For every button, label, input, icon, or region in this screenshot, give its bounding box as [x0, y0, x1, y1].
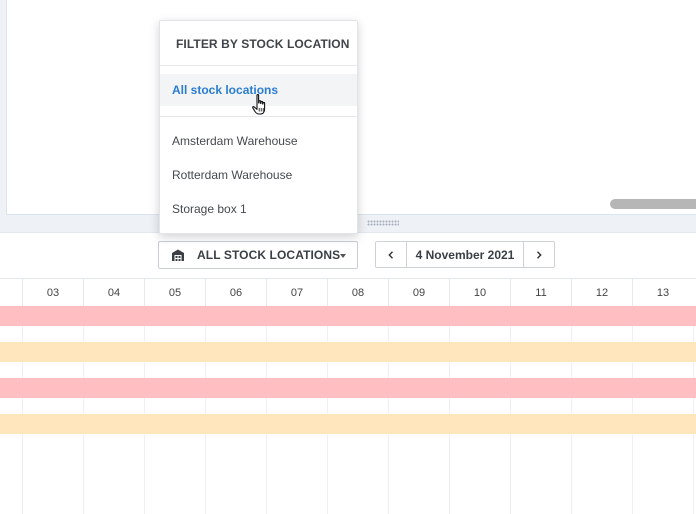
timeline-booking-bar[interactable] [0, 306, 696, 326]
timeline-grid-line [205, 306, 206, 514]
timeline-day-header: 13 [632, 279, 693, 306]
timeline-grid-line [571, 306, 572, 514]
timeline-grid-line [693, 306, 694, 514]
timeline-day-header: 04 [83, 279, 144, 306]
timeline-day-header: 07 [266, 279, 327, 306]
chevron-right-icon [537, 250, 542, 259]
horizontal-scrollbar-thumb[interactable] [610, 199, 696, 209]
timeline-grid-line [327, 306, 328, 514]
timeline-grid-line [22, 306, 23, 514]
dropdown-header: FILTER BY STOCK LOCATION [176, 37, 350, 51]
timeline-grid-line [388, 306, 389, 514]
timeline-grid-line [144, 306, 145, 514]
dropdown-item-storage-box-1[interactable]: Storage box 1 [160, 193, 357, 225]
resize-handle[interactable] [367, 220, 399, 226]
next-date-button[interactable] [524, 242, 554, 267]
date-navigator: 4 November 2021 [375, 241, 555, 268]
timeline-day-header: 12 [571, 279, 632, 306]
timeline-booking-bar[interactable] [0, 414, 696, 434]
timeline-day-header: 06 [205, 279, 266, 306]
timeline-day-header: 09 [388, 279, 449, 306]
timeline-day-header: 05 [144, 279, 205, 306]
chevron-left-icon [388, 250, 393, 259]
timeline-grid: 03 04 05 06 07 08 09 10 11 12 13 [0, 278, 696, 514]
dropdown-item-all-stock-locations[interactable]: All stock locations [160, 74, 357, 106]
current-date-label: 4 November 2021 [406, 242, 524, 267]
timeline-day-header: 10 [449, 279, 510, 306]
timeline-grid-line [83, 306, 84, 514]
timeline-booking-bar[interactable] [0, 342, 696, 362]
stock-location-select[interactable]: ALL STOCK LOCATIONS [158, 241, 358, 269]
chevron-down-icon [340, 254, 346, 258]
previous-date-button[interactable] [376, 242, 406, 267]
timeline-grid-line [510, 306, 511, 514]
stock-location-filter-dropdown: FILTER BY STOCK LOCATION All stock locat… [159, 20, 358, 234]
timeline-grid-line [266, 306, 267, 514]
timeline-day-header: 11 [510, 279, 571, 306]
timeline-day-header: 08 [327, 279, 388, 306]
timeline-grid-line [632, 306, 633, 514]
dropdown-divider [160, 116, 357, 117]
dropdown-item-amsterdam-warehouse[interactable]: Amsterdam Warehouse [160, 125, 357, 157]
dropdown-item-rotterdam-warehouse[interactable]: Rotterdam Warehouse [160, 159, 357, 191]
stock-location-select-label: ALL STOCK LOCATIONS [197, 248, 341, 262]
timeline-grid-line [449, 306, 450, 514]
timeline-day-header: 03 [22, 279, 83, 306]
timeline-booking-bar[interactable] [0, 378, 696, 398]
dropdown-divider [160, 65, 357, 66]
warehouse-icon [171, 248, 185, 262]
